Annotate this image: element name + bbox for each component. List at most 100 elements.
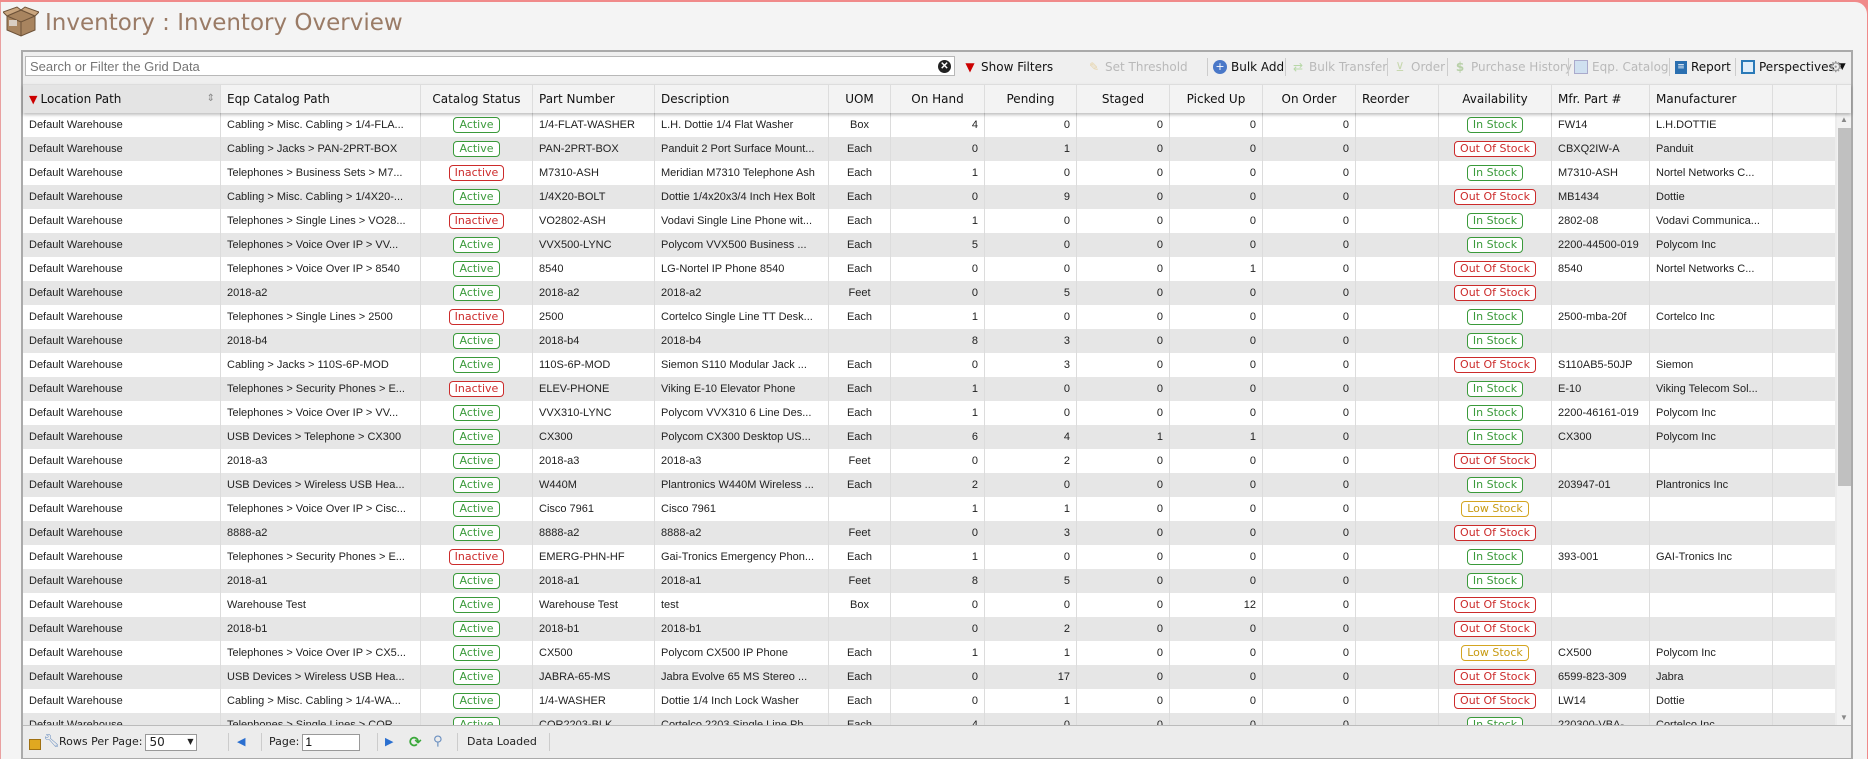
magnifier-icon[interactable]: ⚲ bbox=[433, 733, 443, 751]
column-header-eqp-catalog-path[interactable]: Eqp Catalog Path bbox=[221, 85, 421, 113]
cell-location-path: Default Warehouse bbox=[23, 305, 221, 329]
column-header-location-path[interactable]: ▼ Location Path ⇕ bbox=[23, 85, 221, 113]
column-header-availability[interactable]: Availability bbox=[1439, 85, 1552, 113]
table-row[interactable]: Default Warehouse Warehouse Test Active War… bbox=[23, 593, 1835, 617]
cell-staged: 0 bbox=[1077, 281, 1170, 305]
availability-badge: In Stock bbox=[1466, 717, 1524, 725]
table-row[interactable]: Default Warehouse Cabling > Jacks > 110S-… bbox=[23, 353, 1835, 377]
cell-spare bbox=[1773, 329, 1835, 353]
scroll-up-arrow-icon[interactable]: ▲ bbox=[1837, 113, 1851, 127]
column-header-picked-up[interactable]: Picked Up bbox=[1170, 85, 1263, 113]
table-row[interactable]: Default Warehouse Telephones > Voice Over… bbox=[23, 401, 1835, 425]
table-row[interactable]: Default Warehouse Telephones > Voice Over… bbox=[23, 497, 1835, 521]
column-header-part-number[interactable]: Part Number bbox=[533, 85, 655, 113]
table-row[interactable]: Default Warehouse 2018-b4 Active 2018-b4 201… bbox=[23, 329, 1835, 353]
cell-uom bbox=[829, 497, 891, 521]
column-filter-icon[interactable]: ▼ bbox=[29, 93, 37, 106]
page-input[interactable] bbox=[302, 733, 361, 751]
table-row[interactable]: Default Warehouse Telephones > Voice Over… bbox=[23, 257, 1835, 281]
cell-availability: Out Of Stock bbox=[1439, 185, 1552, 209]
table-row[interactable]: Default Warehouse Telephones > Single Lin… bbox=[23, 305, 1835, 329]
report-button[interactable]: ≡ Report bbox=[1675, 57, 1731, 77]
column-header-staged[interactable]: Staged bbox=[1077, 85, 1170, 113]
table-row[interactable]: Default Warehouse Cabling > Misc. Cabling… bbox=[23, 689, 1835, 713]
table-row[interactable]: Default Warehouse Cabling > Misc. Cabling… bbox=[23, 113, 1835, 137]
eqp-catalog-button[interactable]: Eqp. Catalog bbox=[1574, 57, 1669, 77]
show-filters-label: Show Filters bbox=[981, 60, 1054, 74]
rows-per-page-select[interactable]: 50 ▼ bbox=[145, 733, 198, 751]
previous-page-icon[interactable]: ◀ bbox=[237, 733, 245, 751]
cell-staged: 0 bbox=[1077, 185, 1170, 209]
bulk-transfer-button[interactable]: ⇄ Bulk Transfer bbox=[1291, 57, 1387, 77]
table-row[interactable]: Default Warehouse Cabling > Jacks > PAN-2… bbox=[23, 137, 1835, 161]
cell-reorder bbox=[1356, 521, 1439, 545]
cell-availability: Out Of Stock bbox=[1439, 593, 1552, 617]
cell-reorder bbox=[1356, 137, 1439, 161]
table-row[interactable]: Default Warehouse Telephones > Single Lin… bbox=[23, 713, 1835, 725]
column-header-on-hand[interactable]: On Hand bbox=[891, 85, 985, 113]
scroll-thumb[interactable] bbox=[1838, 128, 1851, 486]
lock-icon[interactable] bbox=[29, 733, 41, 751]
cell-on-order: 0 bbox=[1263, 377, 1356, 401]
show-filters-button[interactable]: ▼ Show Filters bbox=[963, 57, 1053, 77]
table-row[interactable]: Default Warehouse 8888-a2 Active 8888-a2 888… bbox=[23, 521, 1835, 545]
table-row[interactable]: Default Warehouse Telephones > Security P… bbox=[23, 377, 1835, 401]
column-header-mfr-part-number[interactable]: Mfr. Part # bbox=[1552, 85, 1650, 113]
column-header-manufacturer[interactable]: Manufacturer bbox=[1650, 85, 1773, 113]
cell-mfr-part-number: 220300-VBA-... bbox=[1552, 713, 1650, 725]
vertical-scrollbar[interactable]: ▲ ▼ bbox=[1837, 113, 1851, 725]
set-threshold-button[interactable]: ✎ Set Threshold bbox=[1087, 57, 1188, 77]
cell-location-path: Default Warehouse bbox=[23, 665, 221, 689]
clear-search-icon[interactable]: ✕ bbox=[938, 60, 951, 73]
table-row[interactable]: Default Warehouse USB Devices > Wireless … bbox=[23, 665, 1835, 689]
purchase-history-button[interactable]: $ Purchase History bbox=[1453, 57, 1572, 77]
table-row[interactable]: Default Warehouse 2018-b1 Active 2018-b1 201… bbox=[23, 617, 1835, 641]
table-row[interactable]: Default Warehouse USB Devices > Wireless … bbox=[23, 473, 1835, 497]
table-row[interactable]: Default Warehouse Telephones > Security P… bbox=[23, 545, 1835, 569]
wrench-icon[interactable]: 🔧︎ bbox=[43, 733, 60, 751]
cell-mfr-part-number: 2200-46161-019 bbox=[1552, 401, 1650, 425]
next-page-icon[interactable]: ▶ bbox=[385, 733, 393, 751]
table-row[interactable]: Default Warehouse 2018-a2 Active 2018-a2 201… bbox=[23, 281, 1835, 305]
footer-divider bbox=[457, 733, 458, 751]
cell-availability: Low Stock bbox=[1439, 497, 1552, 521]
cell-availability: Out Of Stock bbox=[1439, 353, 1552, 377]
table-row[interactable]: Default Warehouse 2018-a1 Active 2018-a1 201… bbox=[23, 569, 1835, 593]
cell-description: Cortelco 2203 Single Line Ph... bbox=[655, 713, 829, 725]
bulk-add-button[interactable]: + Bulk Add bbox=[1213, 57, 1284, 77]
cell-picked-up: 0 bbox=[1170, 209, 1263, 233]
column-header-pending[interactable]: Pending bbox=[985, 85, 1077, 113]
table-row[interactable]: Default Warehouse Cabling > Misc. Cabling… bbox=[23, 185, 1835, 209]
table-row[interactable]: Default Warehouse Telephones > Single Lin… bbox=[23, 209, 1835, 233]
column-header-reorder[interactable]: Reorder bbox=[1356, 85, 1439, 113]
table-row[interactable]: Default Warehouse Telephones > Voice Over… bbox=[23, 641, 1835, 665]
table-row[interactable]: Default Warehouse Telephones > Voice Over… bbox=[23, 233, 1835, 257]
cell-manufacturer: Nortel Networks C... bbox=[1650, 161, 1773, 185]
settings-gear-icon[interactable]: ⚙ bbox=[1829, 57, 1842, 77]
refresh-icon[interactable]: ⟳ bbox=[409, 733, 422, 751]
cell-uom: Each bbox=[829, 233, 891, 257]
cell-pending: 0 bbox=[985, 377, 1077, 401]
cell-mfr-part-number: 203947-01 bbox=[1552, 473, 1650, 497]
cell-mfr-part-number: S110AB5-50JP bbox=[1552, 353, 1650, 377]
column-header-spare[interactable] bbox=[1773, 85, 1837, 113]
column-header-on-order[interactable]: On Order bbox=[1263, 85, 1356, 113]
order-button[interactable]: ⊻ Order bbox=[1393, 57, 1446, 77]
table-row[interactable]: Default Warehouse 2018-a3 Active 2018-a3 201… bbox=[23, 449, 1835, 473]
scroll-down-arrow-icon[interactable]: ▼ bbox=[1837, 711, 1851, 725]
cell-pending: 3 bbox=[985, 521, 1077, 545]
status-badge: Active bbox=[453, 285, 500, 302]
column-header-uom[interactable]: UOM bbox=[829, 85, 891, 113]
cell-pending: 0 bbox=[985, 113, 1077, 137]
cell-catalog-status: Active bbox=[421, 233, 533, 257]
grid-header: ▼ Location Path ⇕ Eqp Catalog Path Catalog S… bbox=[23, 84, 1851, 113]
cell-on-order: 0 bbox=[1263, 281, 1356, 305]
table-row[interactable]: Default Warehouse Telephones > Business S… bbox=[23, 161, 1835, 185]
column-header-catalog-status[interactable]: Catalog Status bbox=[421, 85, 533, 113]
cell-catalog-status: Inactive bbox=[421, 209, 533, 233]
cell-catalog-status: Inactive bbox=[421, 377, 533, 401]
column-header-description[interactable]: Description bbox=[655, 85, 829, 113]
table-row[interactable]: Default Warehouse USB Devices > Telephone… bbox=[23, 425, 1835, 449]
sort-icon[interactable]: ⇕ bbox=[207, 85, 215, 113]
search-input[interactable] bbox=[25, 56, 955, 76]
